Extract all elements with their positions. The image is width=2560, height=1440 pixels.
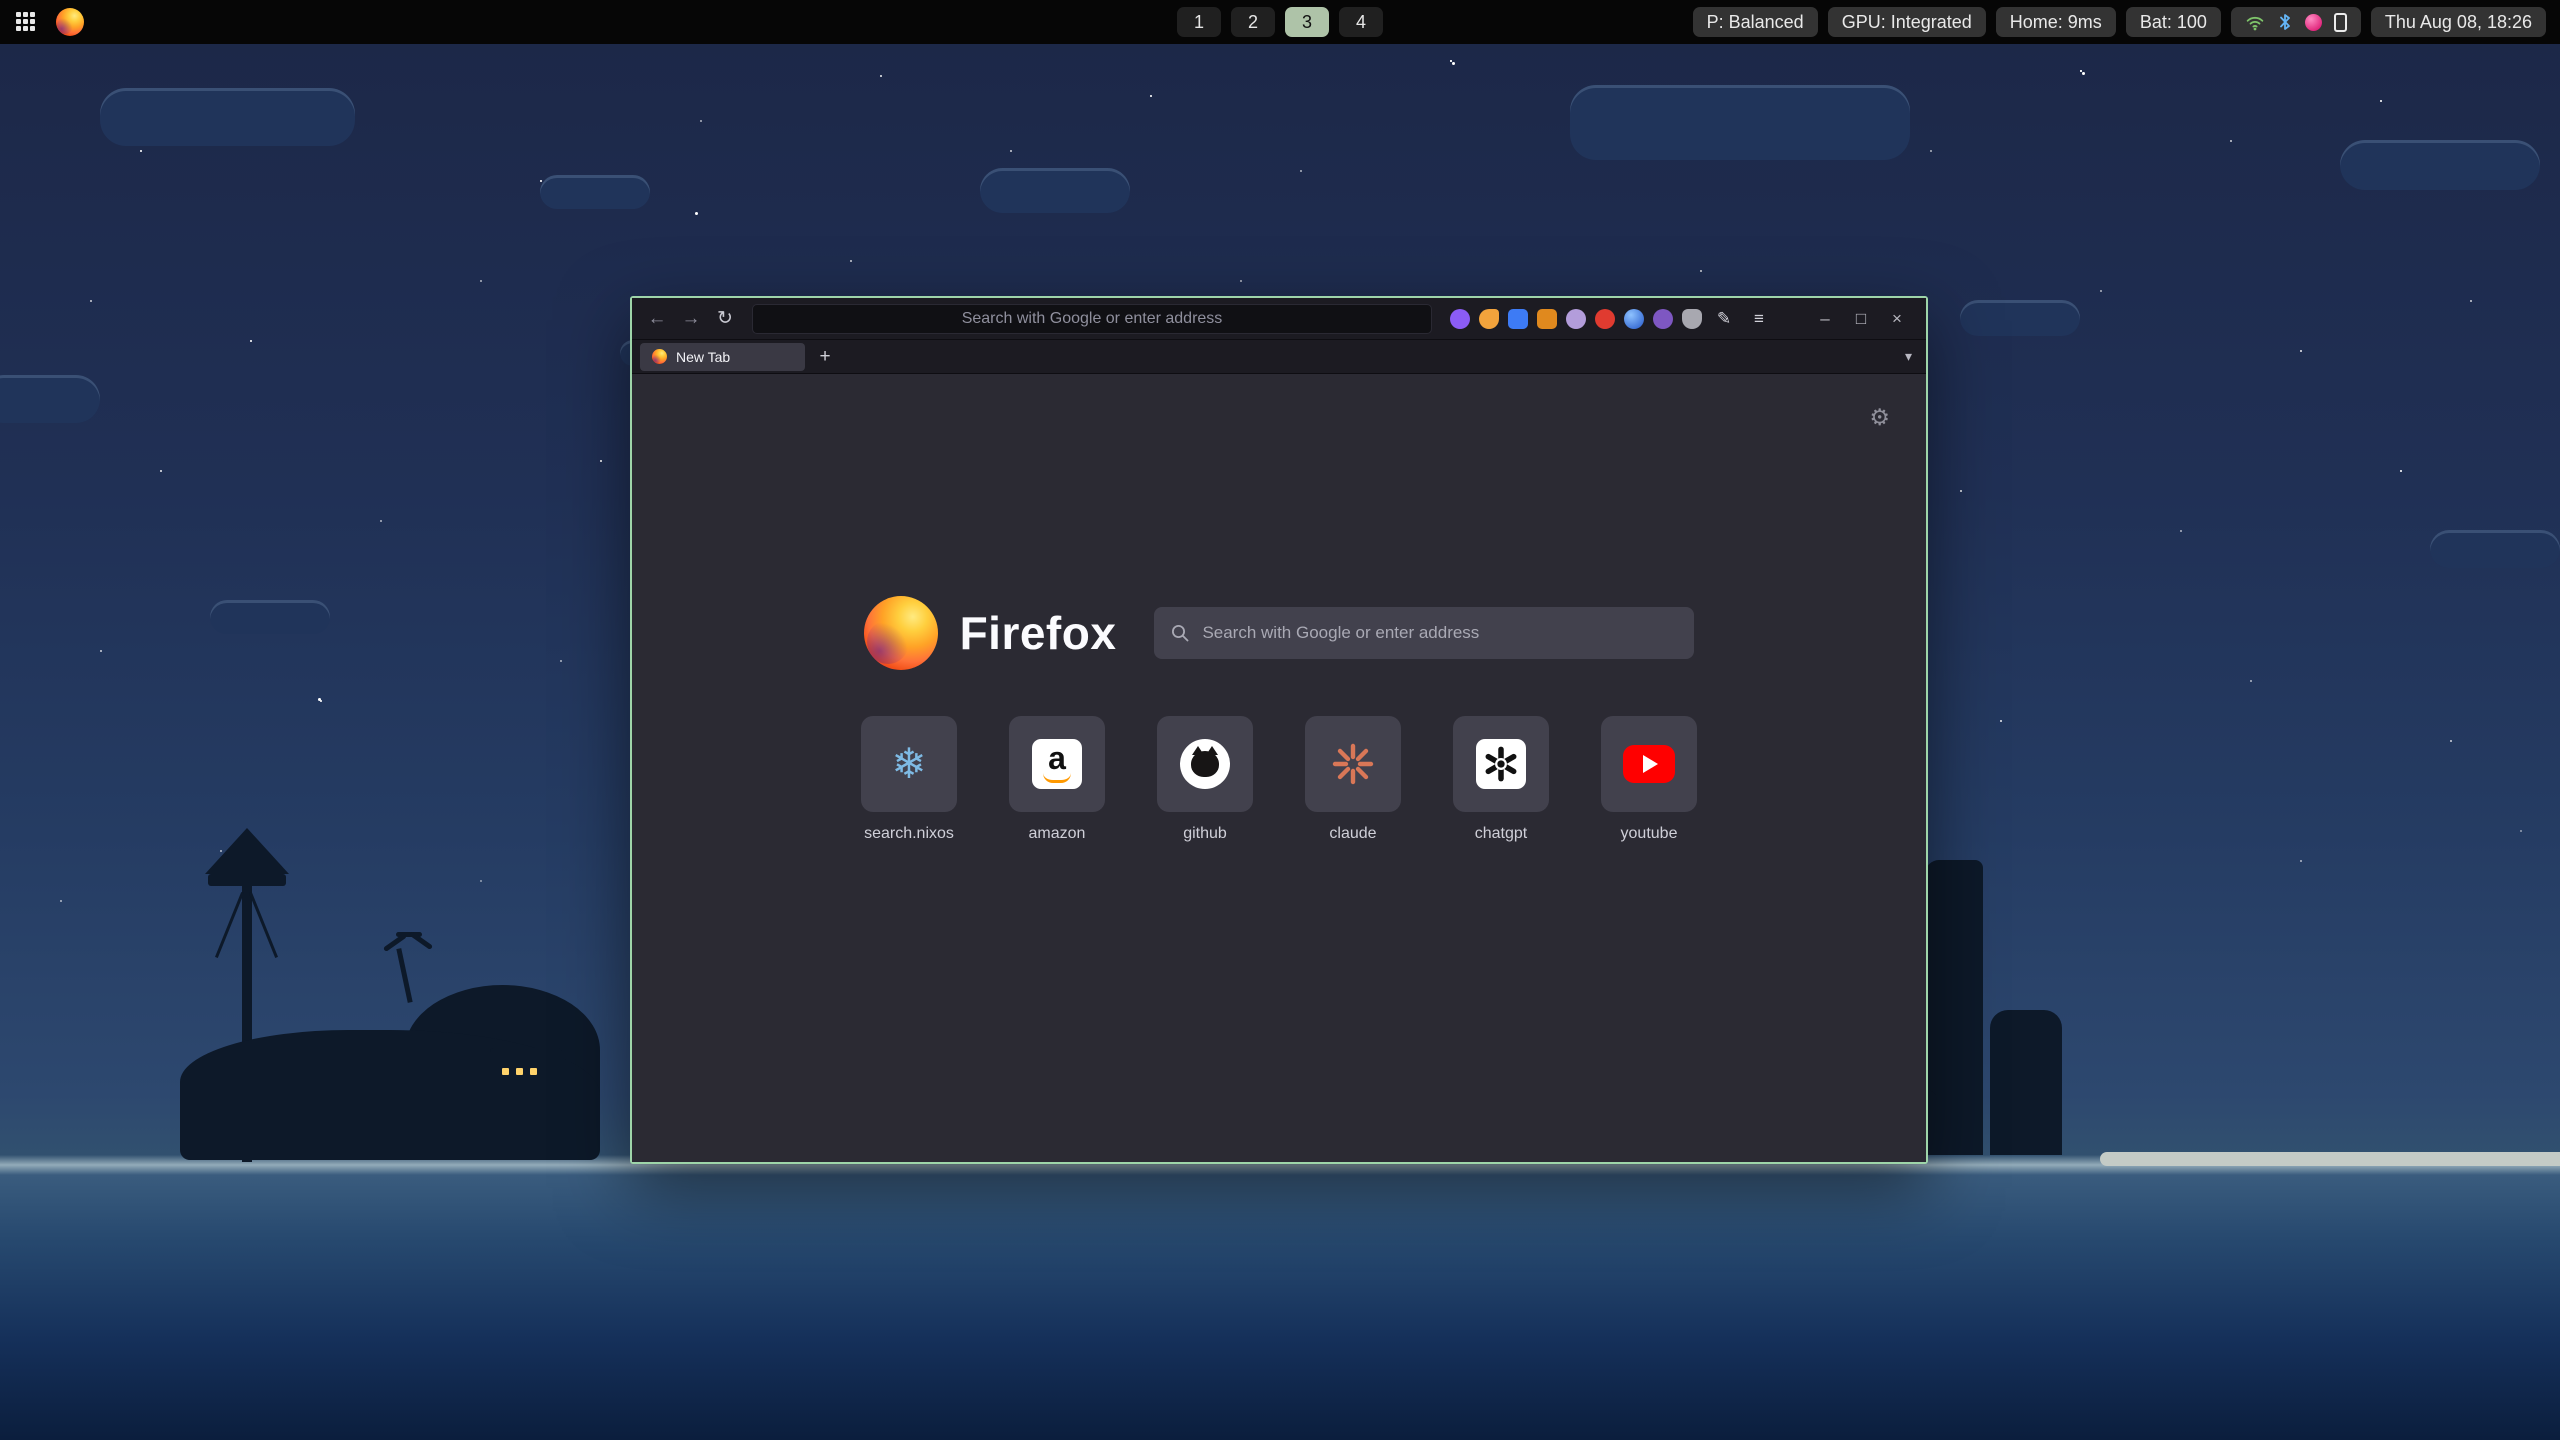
reload-button[interactable]: ↻ <box>710 304 740 334</box>
back-button[interactable]: ← <box>642 304 672 334</box>
island-silhouette <box>150 780 630 1160</box>
shortcut-label: chatgpt <box>1475 825 1527 843</box>
blue-sphere-extension-icon[interactable] <box>1624 309 1644 329</box>
gpu-module[interactable]: GPU: Integrated <box>1828 7 1986 37</box>
bluetooth-icon[interactable] <box>2277 12 2293 32</box>
amazon-icon: a <box>1032 739 1082 789</box>
red-extension-icon[interactable] <box>1595 309 1615 329</box>
menu-icon[interactable]: ≡ <box>1746 309 1772 329</box>
browser-toolbar: ← → ↻ ✎ ≡ – □ × <box>632 298 1926 340</box>
orange-moon-extension-icon[interactable] <box>1479 309 1499 329</box>
shortcut-search-nixos[interactable]: ❄ search.nixos <box>859 716 959 843</box>
shortcut-label: github <box>1183 825 1227 843</box>
window-controls: – □ × <box>1814 309 1916 329</box>
close-button[interactable]: × <box>1886 309 1908 329</box>
shortcut-youtube[interactable]: youtube <box>1599 716 1699 843</box>
search-icon <box>1170 623 1190 643</box>
cloud <box>1570 85 1910 160</box>
newtab-search-input[interactable] <box>1202 623 1678 643</box>
shortcut-label: amazon <box>1029 825 1086 843</box>
cloud <box>0 375 100 423</box>
device-icon[interactable] <box>2334 13 2347 32</box>
hut-light <box>516 1068 523 1075</box>
shortcut-claude[interactable]: claude <box>1303 716 1403 843</box>
wifi-icon[interactable] <box>2245 13 2265 31</box>
hut-light <box>502 1068 509 1075</box>
cloud <box>1960 300 2080 336</box>
new-tab-button[interactable]: + <box>811 343 839 371</box>
shortcut-tiles: ❄ search.nixos a amazon github <box>632 716 1926 843</box>
amber-grid-extension-icon[interactable] <box>1537 309 1557 329</box>
blue-extension-icon[interactable] <box>1508 309 1528 329</box>
forward-button[interactable]: → <box>676 304 706 334</box>
firefox-wordmark: Firefox <box>960 606 1117 660</box>
claude-starburst-icon <box>1329 740 1377 788</box>
shortcut-label: youtube <box>1621 825 1678 843</box>
color-indicator-icon[interactable] <box>2305 14 2322 31</box>
beach-strip <box>2100 1152 2560 1166</box>
lavender-extension-icon[interactable] <box>1566 309 1586 329</box>
cloud <box>210 600 330 634</box>
apps-grid-icon[interactable] <box>16 12 36 32</box>
tray-module <box>2231 7 2361 37</box>
cloud <box>100 88 355 146</box>
workspace-switcher: 1 2 3 4 <box>1177 7 1383 37</box>
cloud <box>980 168 1130 213</box>
chatgpt-knot-icon <box>1476 739 1526 789</box>
workspace-1[interactable]: 1 <box>1177 7 1221 37</box>
shortcut-chatgpt[interactable]: chatgpt <box>1451 716 1551 843</box>
purple-extension-icon[interactable] <box>1450 309 1470 329</box>
shortcut-github[interactable]: github <box>1155 716 1255 843</box>
page-edit-icon[interactable]: ✎ <box>1711 309 1737 329</box>
urlbar-input[interactable] <box>753 305 1431 333</box>
shortcut-label: claude <box>1329 825 1376 843</box>
youtube-play-icon <box>1623 745 1675 783</box>
clock-module[interactable]: Thu Aug 08, 18:26 <box>2371 7 2546 37</box>
newtab-search-bar[interactable] <box>1154 607 1694 659</box>
status-bar: 1 2 3 4 P: Balanced GPU: Integrated Home… <box>0 0 2560 44</box>
amazon-smile <box>1043 773 1071 783</box>
ping-module[interactable]: Home: 9ms <box>1996 7 2116 37</box>
cloud <box>2430 530 2560 568</box>
tab-overflow-chevron-icon[interactable]: ▾ <box>1905 348 1926 365</box>
extension-icons: ✎ ≡ <box>1444 309 1778 329</box>
tab-new-tab[interactable]: New Tab <box>640 343 805 371</box>
battery-module[interactable]: Bat: 100 <box>2126 7 2221 37</box>
firefox-logo <box>864 596 938 670</box>
workspace-4[interactable]: 4 <box>1339 7 1383 37</box>
workspace-3-active[interactable]: 3 <box>1285 7 1329 37</box>
firefox-favicon <box>652 349 667 364</box>
maximize-button[interactable]: □ <box>1850 309 1872 329</box>
gray-goggles-extension-icon[interactable] <box>1682 309 1702 329</box>
shortcut-amazon[interactable]: a amazon <box>1007 716 1107 843</box>
cloud <box>2340 140 2540 190</box>
nixos-snowflake-icon: ❄ <box>891 743 926 785</box>
firefox-launcher-icon[interactable] <box>56 8 84 36</box>
power-profile-module[interactable]: P: Balanced <box>1693 7 1818 37</box>
workspace-2[interactable]: 2 <box>1231 7 1275 37</box>
github-octocat-icon <box>1180 739 1230 789</box>
newtab-page: ⚙ Firefox ❄ search.nixos <box>632 374 1926 1162</box>
tab-title: New Tab <box>676 349 730 365</box>
hut-light <box>530 1068 537 1075</box>
violet-extension-icon[interactable] <box>1653 309 1673 329</box>
url-bar[interactable] <box>752 304 1432 334</box>
cloud <box>540 175 650 209</box>
shortcut-label: search.nixos <box>864 825 954 843</box>
minimize-button[interactable]: – <box>1814 309 1836 329</box>
firefox-window: ← → ↻ ✎ ≡ – □ × New Tab <box>630 296 1928 1164</box>
newtab-hero: Firefox <box>632 596 1926 670</box>
tab-bar: New Tab + ▾ <box>632 340 1926 374</box>
personalize-gear-icon[interactable]: ⚙ <box>1869 404 1890 431</box>
